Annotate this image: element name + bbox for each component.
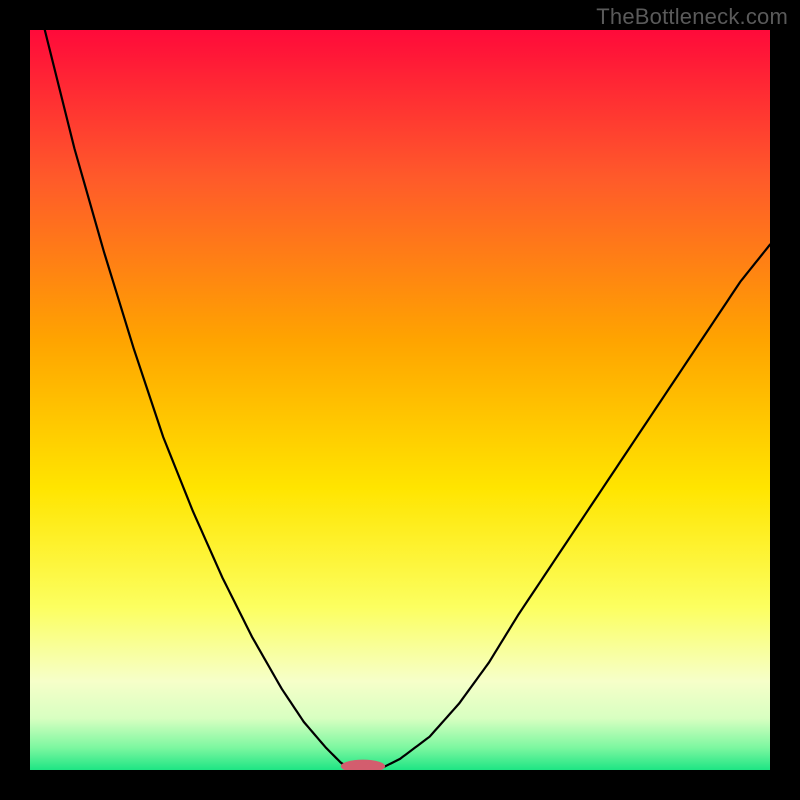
chart-svg xyxy=(30,30,770,770)
plot-area xyxy=(30,30,770,770)
plot-background xyxy=(30,30,770,770)
chart-frame: TheBottleneck.com xyxy=(0,0,800,800)
watermark-text: TheBottleneck.com xyxy=(596,4,788,30)
